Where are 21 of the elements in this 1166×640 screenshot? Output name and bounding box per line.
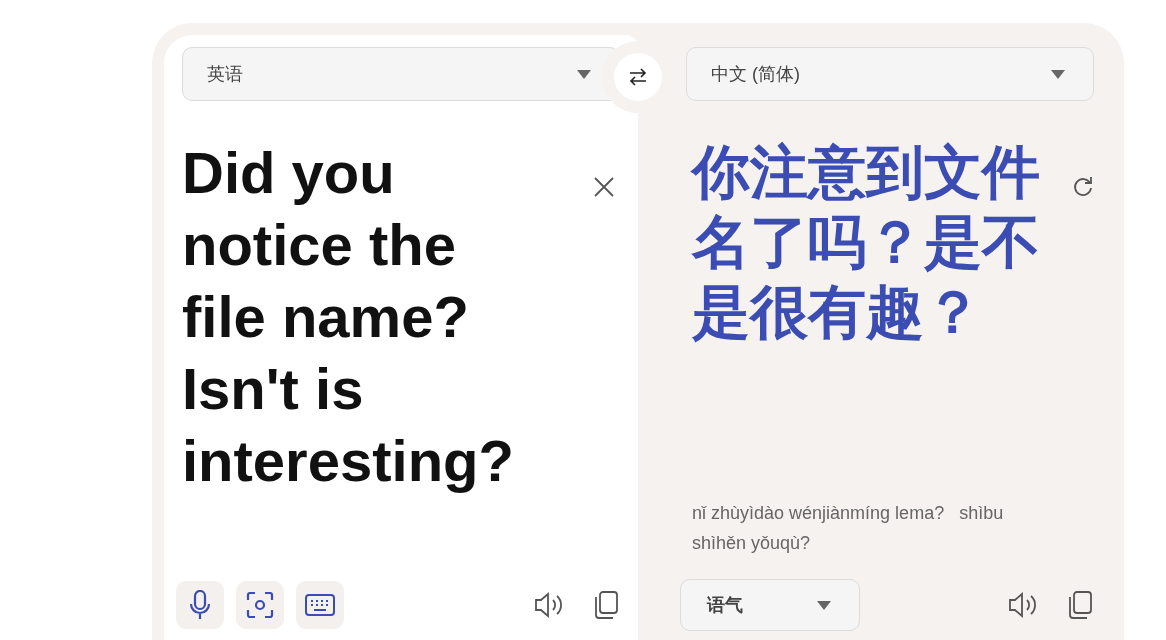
keyboard-icon	[305, 594, 335, 616]
refresh-icon[interactable]	[1072, 175, 1094, 197]
speaker-icon[interactable]	[1008, 592, 1038, 618]
target-language-dropdown[interactable]: 中文 (简体)	[686, 47, 1094, 101]
copy-icon[interactable]	[1068, 591, 1092, 619]
speaker-icon[interactable]	[534, 592, 564, 618]
camera-scan-icon	[246, 591, 274, 619]
keyboard-button[interactable]	[296, 581, 344, 629]
source-text: Did you notice the file name? Isn't is interesting?	[182, 139, 515, 495]
camera-scan-button[interactable]	[236, 581, 284, 629]
translated-text: 你注意到文件名了吗？是不是很有趣？	[692, 138, 1041, 346]
microphone-button[interactable]	[176, 581, 224, 629]
tone-dropdown[interactable]: 语气	[680, 579, 860, 631]
copy-icon[interactable]	[594, 591, 618, 619]
swap-icon	[628, 68, 648, 86]
close-icon[interactable]	[594, 177, 614, 197]
caret-icon	[1051, 69, 1065, 79]
caret-icon	[817, 600, 831, 610]
caret-icon	[577, 69, 591, 79]
pinyin-text: nǐ zhùyìdào wénjiànmíng lema? shìbu shìhěn yǒuqù?	[692, 502, 1005, 555]
microphone-icon	[189, 590, 211, 620]
